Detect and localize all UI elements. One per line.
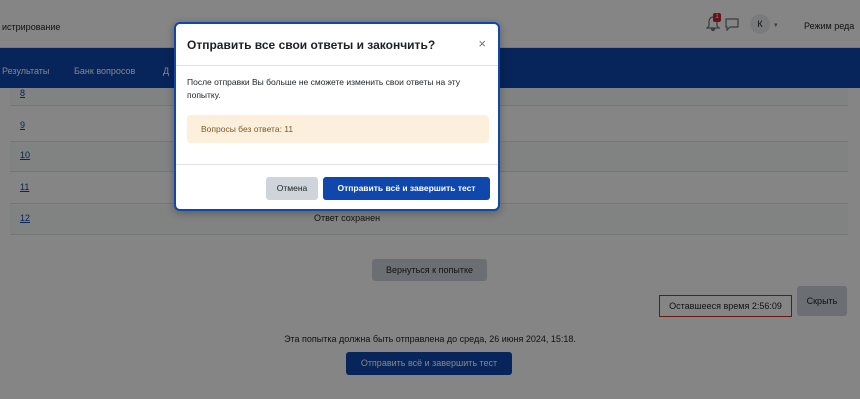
close-icon[interactable]: × xyxy=(478,36,486,51)
modal-body-text: После отправки Вы больше не сможете изме… xyxy=(187,77,461,100)
confirm-submit-dialog: Отправить все свои ответы и закончить? ×… xyxy=(174,22,500,211)
unanswered-alert: Вопросы без ответа: 11 xyxy=(187,115,489,143)
modal-footer: Отмена Отправить всё и завершить тест xyxy=(176,164,498,211)
modal-header: Отправить все свои ответы и закончить? × xyxy=(176,24,498,66)
cancel-button[interactable]: Отмена xyxy=(266,177,318,200)
confirm-submit-button[interactable]: Отправить всё и завершить тест xyxy=(323,177,490,200)
modal-title: Отправить все свои ответы и закончить? xyxy=(187,38,436,52)
